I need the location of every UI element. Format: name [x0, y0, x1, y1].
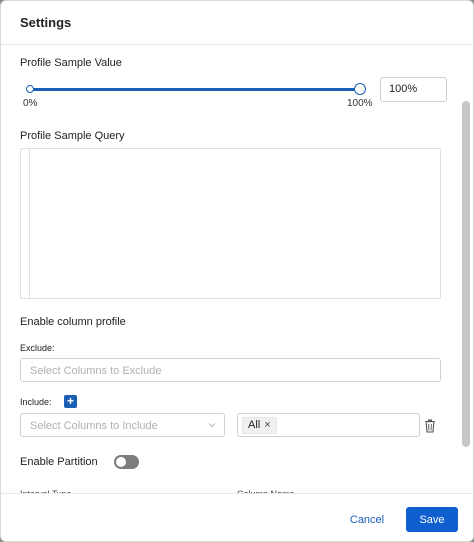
exclude-placeholder: Select Columns to Exclude — [30, 365, 162, 377]
profile-sample-value-input[interactable]: 100% — [380, 77, 447, 102]
scrollbar-thumb[interactable] — [462, 101, 470, 447]
include-columns-select[interactable]: Select Columns to Include — [20, 413, 225, 437]
enable-partition-toggle[interactable] — [114, 455, 139, 469]
modal-footer: Cancel Save — [1, 493, 473, 541]
exclude-label: Exclude: — [20, 343, 55, 353]
add-include-button[interactable]: + — [64, 395, 77, 408]
editor-gutter — [29, 149, 30, 298]
slider-min-mark: 0% — [23, 98, 38, 109]
enable-partition-label: Enable Partition — [20, 456, 98, 468]
profile-sample-query-label: Profile Sample Query — [20, 130, 125, 142]
modal-header: Settings — [1, 1, 473, 45]
save-button[interactable]: Save — [406, 507, 458, 532]
enable-column-profile-label: Enable column profile — [20, 316, 126, 328]
chevron-down-icon — [208, 423, 216, 428]
trash-icon[interactable] — [424, 419, 436, 433]
toggle-knob — [116, 457, 126, 467]
include-placeholder: Select Columns to Include — [30, 420, 158, 432]
include-tag-all: All × — [242, 417, 277, 434]
exclude-columns-select[interactable]: Select Columns to Exclude — [20, 358, 441, 382]
slider-handle[interactable] — [354, 83, 366, 95]
slider-max-mark: 100% — [347, 98, 373, 109]
profile-sample-slider[interactable] — [30, 88, 361, 91]
profile-sample-value-label: Profile Sample Value — [20, 57, 122, 69]
include-values-field[interactable]: All × — [237, 413, 420, 437]
modal-title: Settings — [20, 15, 72, 30]
include-label: Include: — [20, 397, 52, 407]
settings-modal: Settings Profile Sample Value 0% 100% 10… — [0, 0, 474, 542]
slider-start-dot — [26, 85, 34, 93]
cancel-button[interactable]: Cancel — [340, 508, 394, 532]
profile-sample-query-editor[interactable] — [20, 148, 441, 299]
include-tag-label: All — [248, 419, 261, 431]
profile-sample-value-text: 100% — [389, 83, 418, 95]
tag-remove-icon[interactable]: × — [264, 418, 270, 433]
